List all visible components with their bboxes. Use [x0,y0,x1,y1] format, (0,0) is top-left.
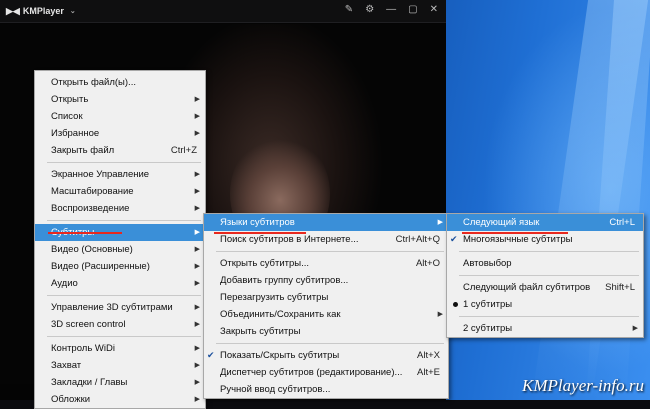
menu-item-bookmarks[interactable]: Закладки / Главы ▶ [35,374,205,391]
context-menu: Открыть файл(ы)... Открыть ▶ Список ▶ Избр… [34,70,206,409]
settings-icon[interactable]: ⚙ [365,4,374,15]
title-bar: ▶◀ KMPlayer ⌄ ✎ ⚙ — ▢ ✕ [0,0,446,23]
menu-item-add-subtitle-group[interactable]: Добавить группу субтитров... [204,272,448,289]
menu-item-next-subtitle-file[interactable]: Следующий файл субтитров Shift+L [447,279,643,296]
menu-item-open-files[interactable]: Открыть файл(ы)... [35,74,205,91]
arrow-right-icon: ▶ [194,304,200,311]
menu-item-autoselect[interactable]: Автовыбор [447,255,643,272]
menu-item-open[interactable]: Открыть ▶ [35,91,205,108]
arrow-right-icon: ▶ [194,379,200,386]
annotation-underline [214,232,306,234]
arrow-right-icon: ▶ [194,113,200,120]
menu-separator [47,295,201,296]
close-icon[interactable]: ✕ [430,4,438,15]
arrow-right-icon: ▶ [194,280,200,287]
arrow-right-icon: ▶ [194,321,200,328]
menu-separator [216,251,444,252]
menu-separator [47,220,201,221]
menu-item-3d-screen[interactable]: 3D screen control ▶ [35,316,205,333]
arrow-right-icon: ▶ [632,325,638,332]
menu-item-playback[interactable]: Воспроизведение ▶ [35,200,205,217]
menu-item-video-advanced[interactable]: Видео (Расширенные) ▶ [35,258,205,275]
arrow-right-icon: ▶ [194,205,200,212]
menu-item-widi[interactable]: Контроль WiDi ▶ [35,340,205,357]
minimize-icon[interactable]: — [386,4,396,15]
menu-item-subtitle-manager[interactable]: Диспетчер субтитров (редактирование)... A… [204,364,448,381]
maximize-icon[interactable]: ▢ [408,4,417,15]
arrow-right-icon: ▶ [194,263,200,270]
subtitles-submenu: Языки субтитров ▶ Поиск субтитров в Интер… [203,213,449,399]
menu-item-manual-subtitles[interactable]: Ручной ввод субтитров... [204,381,448,398]
watermark: KMPlayer-info.ru [522,376,644,395]
annotation-underline [48,232,122,234]
checkmark-icon: ✔ [207,350,215,360]
menu-item-close-subtitles[interactable]: Закрыть субтитры [204,323,448,340]
menu-separator [459,316,639,317]
arrow-right-icon: ▶ [194,345,200,352]
arrow-right-icon: ▶ [194,229,200,236]
arrow-right-icon: ▶ [194,362,200,369]
menu-item-capture[interactable]: Захват ▶ [35,357,205,374]
app-logo[interactable]: ▶◀ KMPlayer ⌄ [6,6,76,17]
menu-item-next-language[interactable]: Следующий язык Ctrl+L [447,214,643,231]
menu-separator [459,275,639,276]
annotation-underline [462,232,568,234]
menu-item-subtitle-languages[interactable]: Языки субтитров ▶ [204,214,448,231]
menu-separator [216,343,444,344]
menu-item-screen-control[interactable]: Экранное Управление ▶ [35,166,205,183]
menu-item-zoom[interactable]: Масштабирование ▶ [35,183,205,200]
menu-item-3d-subtitles[interactable]: Управление 3D субтитрами ▶ [35,299,205,316]
checkmark-icon: ✔ [450,234,458,244]
menu-item-subtitle-2[interactable]: 2 субтитры ▶ [447,320,643,337]
arrow-right-icon: ▶ [194,246,200,253]
arrow-right-icon: ▶ [194,171,200,178]
menu-item-video-basic[interactable]: Видео (Основные) ▶ [35,241,205,258]
arrow-right-icon: ▶ [194,188,200,195]
app-title: KMPlayer [22,6,64,16]
menu-item-list[interactable]: Список ▶ [35,108,205,125]
menu-item-close-file[interactable]: Закрыть файл Ctrl+Z [35,142,205,159]
arrow-right-icon: ▶ [194,96,200,103]
menu-item-open-subtitles[interactable]: Открыть субтитры... Alt+O [204,255,448,272]
arrow-right-icon: ▶ [437,311,443,318]
menu-item-toggle-subtitles[interactable]: ✔ Показать/Скрыть субтитры Alt+X [204,347,448,364]
menu-item-subtitle-1[interactable]: 1 субтитры [447,296,643,313]
menu-item-favorites[interactable]: Избранное ▶ [35,125,205,142]
play-icon: ▶◀ [6,5,20,16]
arrow-right-icon: ▶ [437,219,443,226]
chevron-down-icon: ⌄ [69,8,76,15]
arrow-right-icon: ▶ [194,130,200,137]
menu-item-audio[interactable]: Аудио ▶ [35,275,205,292]
menu-item-merge-save-as[interactable]: Объединить/Сохранить как ▶ [204,306,448,323]
menu-item-reload-subtitles[interactable]: Перезагрузить субтитры [204,289,448,306]
menu-separator [47,336,201,337]
radio-dot-icon [453,302,458,307]
menu-separator [47,162,201,163]
pin-icon[interactable]: ✎ [345,4,353,15]
menu-separator [459,251,639,252]
